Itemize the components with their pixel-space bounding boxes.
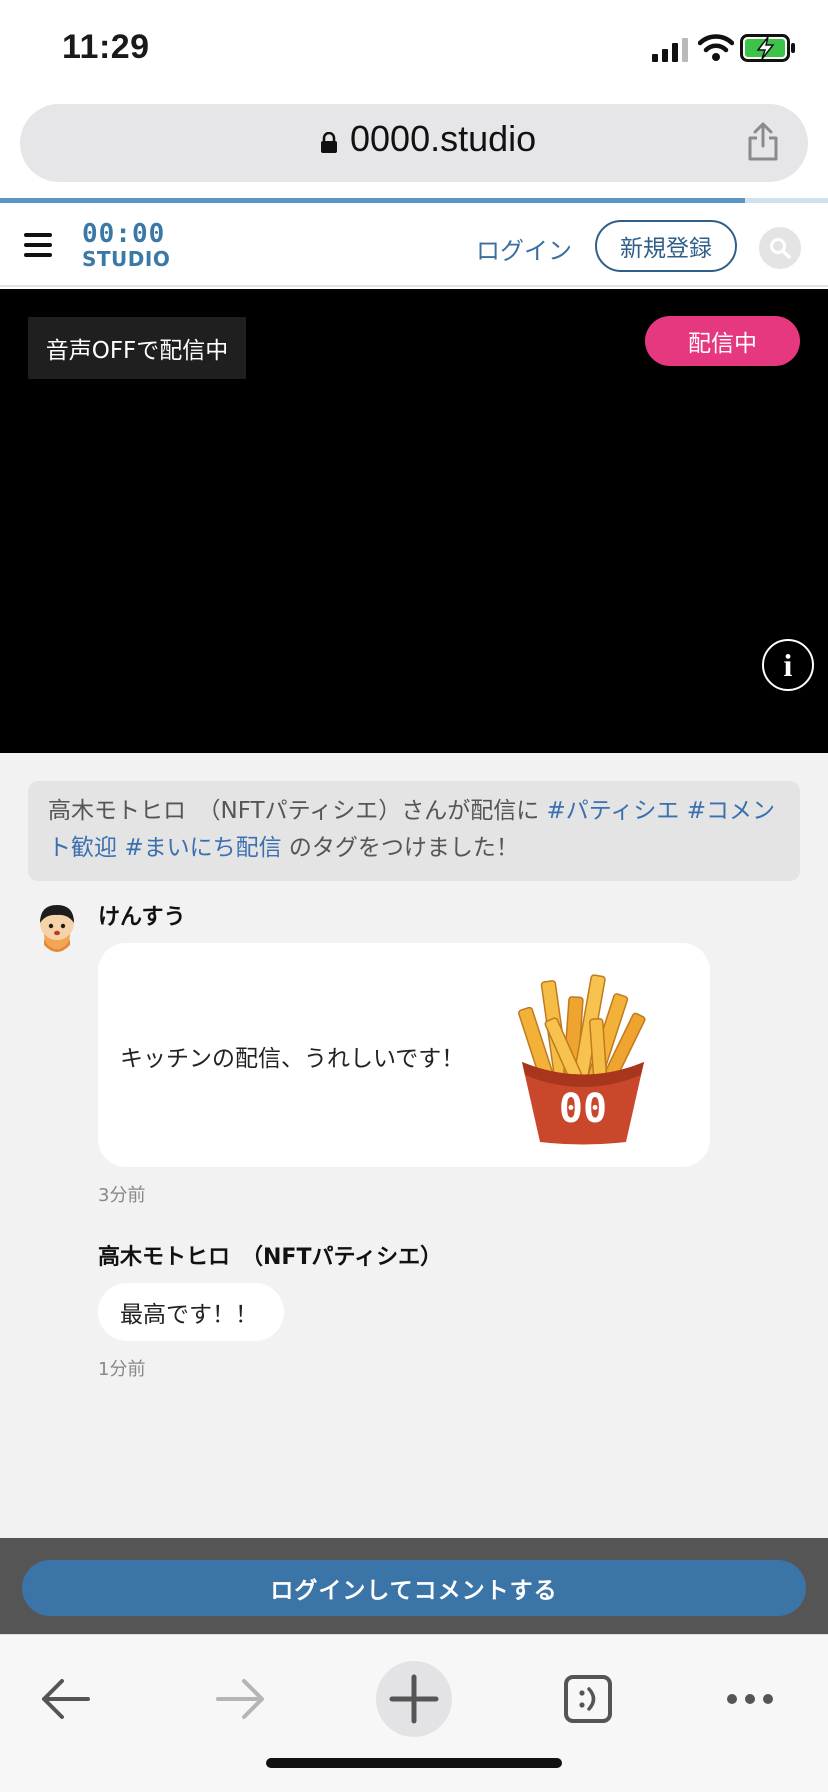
site-logo[interactable]: 00:00 STUDIO <box>82 221 170 269</box>
login-link[interactable]: ログイン <box>476 231 572 266</box>
login-to-comment-button[interactable]: ログインしてコメントする <box>22 1560 806 1616</box>
live-badge: 配信中 <box>645 316 800 366</box>
tag-notice: 高木モトヒロ （NFTパティシエ）さんが配信に #パティシエ #コメント歓迎 #… <box>28 781 800 881</box>
search-button[interactable] <box>759 227 801 269</box>
status-time: 11:29 <box>62 28 150 66</box>
tabs-icon[interactable] <box>550 1661 626 1737</box>
chat-area: 高木モトヒロ （NFTパティシエ）さんが配信に #パティシエ #コメント歓迎 #… <box>0 753 828 1538</box>
signup-button[interactable]: 新規登録 <box>595 220 737 272</box>
tag-notice-suffix: のタグをつけました！ <box>288 835 519 861</box>
share-icon[interactable] <box>746 122 780 162</box>
comment-username: 高木モトヒロ （NFTパティシエ） <box>98 1245 443 1270</box>
back-arrow-icon[interactable] <box>28 1661 104 1737</box>
search-icon <box>770 238 791 259</box>
comment-bar: ログインしてコメントする <box>0 1538 828 1634</box>
address-bar[interactable]: 0000.studio <box>20 104 808 182</box>
hamburger-menu-icon[interactable] <box>24 233 52 257</box>
tag-notice-prefix: 高木モトヒロ （NFTパティシエ）さんが配信に <box>48 798 540 824</box>
url-text: 0000.studio <box>350 118 537 159</box>
logo-top-text: 00:00 <box>82 219 166 249</box>
tag-link[interactable]: #まいにち配信 <box>124 835 281 861</box>
more-options-icon[interactable] <box>712 1661 788 1737</box>
comment-text: キッチンの配信、うれしいです！ <box>120 1046 465 1072</box>
comment-bubble: 最高です！！ <box>98 1283 284 1341</box>
wifi-icon <box>698 34 734 61</box>
tag-link[interactable]: #パティシエ <box>547 798 680 824</box>
video-player[interactable]: 音声OFFで配信中 配信中 i <box>0 289 828 753</box>
fries-sticker-label: 00 <box>559 1086 607 1132</box>
comment-bubble: キッチンの配信、うれしいです！ 00 <box>98 943 710 1167</box>
comment-time: 3分前 <box>98 1185 146 1206</box>
cellular-signal-icon <box>652 38 688 62</box>
battery-charging-icon <box>740 34 795 62</box>
new-tab-plus-icon[interactable] <box>376 1661 452 1737</box>
site-header: 00:00 STUDIO ログイン 新規登録 <box>0 203 828 287</box>
home-indicator <box>266 1758 562 1768</box>
status-bar: 11:29 <box>0 0 828 100</box>
lock-icon <box>321 132 337 153</box>
audio-status-badge: 音声OFFで配信中 <box>28 317 246 379</box>
comment-username: けんすう <box>98 905 186 930</box>
comment-time: 1分前 <box>98 1359 146 1380</box>
forward-arrow-icon[interactable] <box>202 1661 278 1737</box>
comment-text: 最高です！！ <box>120 1302 258 1328</box>
logo-bottom-text: STUDIO <box>82 247 171 271</box>
browser-toolbar <box>0 1634 828 1792</box>
fries-sticker-image: 00 <box>518 974 646 1145</box>
info-icon[interactable]: i <box>762 639 814 691</box>
avatar[interactable] <box>32 899 82 957</box>
